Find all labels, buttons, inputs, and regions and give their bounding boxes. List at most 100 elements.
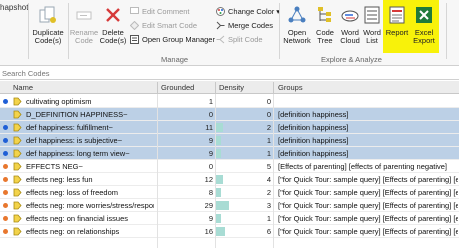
column-divider xyxy=(273,82,274,93)
table-row[interactable]: effects neg: on relationships 16 6 ["for Qu… xyxy=(0,225,459,238)
group-manager-icon xyxy=(130,35,139,44)
table-row[interactable]: effects neg: more worries/stress/respon.… xyxy=(0,199,459,212)
delete-label: Delete Code(s) xyxy=(99,28,127,45)
duplicate-icon xyxy=(39,6,56,23)
code-name: effects neg: on financial issues xyxy=(26,214,129,223)
table-row[interactable]: cultivating optimism 1 0 xyxy=(0,95,459,108)
code-icon xyxy=(13,110,22,119)
edit-comment-button[interactable]: Edit Comment xyxy=(130,6,190,17)
groups-value: ["for Quick Tour: sample query] [Effects… xyxy=(278,214,458,223)
report-label: Report xyxy=(385,28,409,37)
status-dot xyxy=(3,229,8,234)
snapshot-label: hapshot xyxy=(0,3,29,12)
split-icon xyxy=(216,35,225,44)
change-color-button[interactable]: Change Color ▾ xyxy=(216,6,280,17)
search-bar xyxy=(0,67,459,80)
grounded-value: 0 xyxy=(208,162,213,171)
groups-value: [Effects of parenting] [effects of paren… xyxy=(278,162,447,171)
groups-value: [definition happiness] xyxy=(278,149,349,158)
density-value: 2 xyxy=(266,188,271,197)
rename-code-button[interactable]: Rename Code xyxy=(69,5,99,45)
word-cloud-icon xyxy=(341,10,359,22)
header-name[interactable]: Name xyxy=(13,83,33,92)
word-list-button[interactable]: Word List xyxy=(362,5,382,45)
table-row[interactable]: D_DEFINITION HAPPINESS~ 0 0 [definition hap… xyxy=(0,108,459,121)
table-row[interactable]: effects neg: loss of freedom 8 2 ["for Quic… xyxy=(0,186,459,199)
status-dot xyxy=(3,138,8,143)
duplicate-codes-button[interactable]: Duplicate Code(s) xyxy=(30,5,66,45)
code-name: effects neg: more worries/stress/respon.… xyxy=(26,201,154,210)
search-codes-input[interactable] xyxy=(2,68,455,79)
table-header: Name Grounded Density Groups xyxy=(0,81,459,94)
merge-codes-button[interactable]: Merge Codes xyxy=(216,20,273,31)
code-name: def happiness: long term view~ xyxy=(26,149,130,158)
ribbon-toolbar: hapshot Duplicate Code(s) Rename Code De… xyxy=(0,0,459,66)
excel-export-label: Excel Export xyxy=(413,28,435,45)
table-row[interactable]: effects neg: on financial issues 9 1 ["for … xyxy=(0,212,459,225)
groups-value: ["for Quick Tour: sample query] [Effects… xyxy=(278,188,458,197)
code-name: def happiness: is subjective~ xyxy=(26,136,123,145)
density-value: 3 xyxy=(266,201,271,210)
delete-x-icon xyxy=(106,8,120,22)
change-color-label: Change Color xyxy=(228,7,275,16)
table-row[interactable]: effects neg: less fun 12 4 ["for Quick Tour… xyxy=(0,173,459,186)
table-row[interactable]: def happiness: long term view~ 9 1 [definit… xyxy=(0,147,459,160)
header-density[interactable]: Density xyxy=(219,83,244,92)
table-row[interactable]: def happiness: fulfillment~ 11 2 [definitio… xyxy=(0,121,459,134)
grounded-bar xyxy=(215,201,229,210)
density-value: 0 xyxy=(266,97,271,106)
grounded-value: 9 xyxy=(208,214,213,223)
table-row[interactable]: def happiness: is subjective~ 9 1 [definiti… xyxy=(0,134,459,147)
code-icon xyxy=(13,162,22,171)
edit-smart-code-button[interactable]: Edit Smart Code xyxy=(130,20,197,31)
grounded-value: 9 xyxy=(208,136,213,145)
column-gridline xyxy=(273,94,274,248)
groups-value: ["for Quick Tour: sample query] [Effects… xyxy=(278,175,458,184)
grounded-value: 9 xyxy=(208,149,213,158)
open-group-manager-button[interactable]: Open Group Manager xyxy=(130,34,215,45)
ribbon-separator xyxy=(279,3,280,59)
table-row[interactable]: EFFECTS NEG~ 0 5 [Effects of parenting] [ef… xyxy=(0,160,459,173)
grounded-bar xyxy=(215,227,225,236)
grounded-value: 1 xyxy=(208,97,213,106)
status-dot xyxy=(3,164,8,169)
density-value: 1 xyxy=(266,136,271,145)
word-cloud-button[interactable]: Word Cloud xyxy=(338,5,362,45)
excel-export-button[interactable]: Excel Export xyxy=(410,5,438,45)
code-tree-button[interactable]: Code Tree xyxy=(313,5,337,45)
code-tree-icon xyxy=(318,7,331,22)
code-icon xyxy=(13,188,22,197)
density-value: 2 xyxy=(266,123,271,132)
split-code-label: Split Code xyxy=(228,35,263,44)
word-cloud-label: Word Cloud xyxy=(340,28,360,45)
code-name: effects neg: loss of freedom xyxy=(26,188,118,197)
code-name: effects neg: less fun xyxy=(26,175,93,184)
density-value: 6 xyxy=(266,227,271,236)
header-grounded[interactable]: Grounded xyxy=(161,83,194,92)
column-gridline xyxy=(215,94,216,248)
code-icon xyxy=(13,201,22,210)
duplicate-label: Duplicate Code(s) xyxy=(32,28,64,45)
status-dot xyxy=(3,151,8,156)
merge-codes-label: Merge Codes xyxy=(228,21,274,30)
code-icon xyxy=(13,97,22,106)
code-icon xyxy=(13,123,22,132)
code-icon xyxy=(13,175,22,184)
groups-value: [definition happiness] xyxy=(278,136,349,145)
density-value: 0 xyxy=(266,110,271,119)
code-icon xyxy=(13,136,22,145)
status-dot xyxy=(3,177,8,182)
header-groups[interactable]: Groups xyxy=(278,83,303,92)
open-group-manager-label: Open Group Manager xyxy=(142,35,215,44)
status-dot xyxy=(3,203,8,208)
open-network-button[interactable]: Open Network xyxy=(282,5,312,45)
grounded-value: 8 xyxy=(208,188,213,197)
grounded-bar xyxy=(215,123,223,132)
delete-codes-button[interactable]: Delete Code(s) xyxy=(98,5,128,45)
code-icon xyxy=(13,149,22,158)
status-dot xyxy=(3,190,8,195)
code-icon xyxy=(13,227,22,236)
code-name: def happiness: fulfillment~ xyxy=(26,123,113,132)
split-code-button[interactable]: Split Code xyxy=(216,34,263,45)
report-button[interactable]: Report xyxy=(384,5,410,37)
